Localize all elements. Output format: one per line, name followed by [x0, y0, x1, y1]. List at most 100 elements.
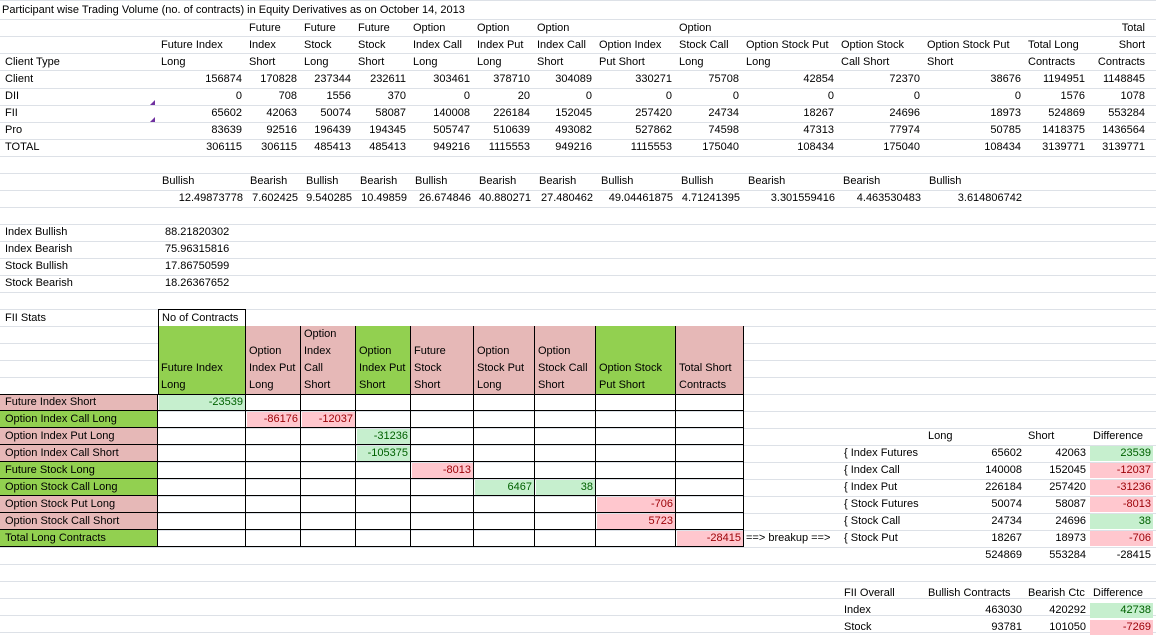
cell[interactable]: 257420 [597, 105, 674, 122]
breakup-header-long[interactable]: Long [926, 428, 986, 445]
breakup-difference[interactable]: -12037 [1090, 463, 1153, 478]
matrix-value[interactable]: -105375 [357, 446, 410, 461]
cell[interactable]: 0 [535, 88, 594, 105]
matrix-cell[interactable] [596, 462, 676, 479]
matrix-cell[interactable] [474, 513, 535, 530]
matrix-cell[interactable] [535, 496, 596, 513]
cell[interactable]: 170828 [247, 71, 299, 88]
cell[interactable]: 50785 [925, 122, 1023, 139]
matrix-cell[interactable] [411, 394, 474, 411]
cell[interactable]: 0 [744, 88, 836, 105]
cell[interactable]: 237344 [302, 71, 353, 88]
matrix-value[interactable]: 38 [536, 480, 595, 495]
cell[interactable]: 1556 [302, 88, 353, 105]
sentiment-value[interactable]: 49.04461875 [597, 190, 675, 207]
breakup-total-long[interactable]: 524869 [925, 547, 1024, 564]
header-col-9[interactable]: Option Stock Put Long [744, 37, 836, 71]
cell[interactable]: 505747 [411, 122, 472, 139]
cell[interactable]: 1115553 [475, 139, 532, 156]
row-label-client[interactable]: Client [3, 71, 153, 88]
overall-bullish[interactable]: 463030 [925, 602, 1024, 619]
matrix-cell[interactable] [535, 394, 596, 411]
header-col-13[interactable]: Total Short Contracts [1090, 20, 1147, 71]
breakup-header-short[interactable]: Short [1026, 428, 1086, 445]
fii-overall-label[interactable]: FII Overall [842, 585, 924, 602]
cell[interactable]: 1418375 [1026, 122, 1087, 139]
matrix-cell[interactable] [596, 479, 676, 496]
sentiment-value[interactable]: 40.880271 [475, 190, 533, 207]
cell[interactable]: 0 [411, 88, 472, 105]
matrix-cell[interactable] [301, 513, 356, 530]
matrix-cell[interactable] [158, 479, 246, 496]
matrix-cell[interactable] [535, 445, 596, 462]
cell[interactable]: 175040 [839, 139, 922, 156]
sentiment-value[interactable]: 27.480462 [535, 190, 595, 207]
matrix-row-header[interactable]: Total Long Contracts [3, 530, 153, 547]
breakup-short[interactable]: 152045 [1026, 462, 1088, 479]
cell[interactable]: 0 [159, 88, 244, 105]
cell[interactable]: 18267 [744, 105, 836, 122]
matrix-value[interactable]: 5723 [597, 514, 675, 529]
cell[interactable]: 306115 [247, 139, 299, 156]
cell[interactable]: 330271 [597, 71, 674, 88]
cell[interactable]: 304089 [535, 71, 594, 88]
matrix-col-header[interactable]: Option Stock Put Long [475, 343, 534, 394]
cell[interactable]: 42854 [744, 71, 836, 88]
sentiment-label[interactable]: Bullish [927, 173, 1007, 190]
breakup-short[interactable]: 42063 [1026, 445, 1088, 462]
cell[interactable]: 65602 [159, 105, 244, 122]
matrix-cell[interactable] [676, 479, 744, 496]
fii-stats-label[interactable]: FII Stats [3, 310, 48, 327]
header-col-1[interactable]: Future Index Short [247, 20, 299, 71]
breakup-row-label[interactable]: { Stock Put [842, 530, 924, 547]
matrix-col-header[interactable]: Option Stock Put Short [597, 360, 675, 394]
header-col-11[interactable]: Option Stock Put Short [925, 37, 1023, 71]
cell[interactable]: 92516 [247, 122, 299, 139]
cell[interactable]: 140008 [411, 105, 472, 122]
cell[interactable]: 72370 [839, 71, 922, 88]
matrix-cell[interactable] [246, 394, 301, 411]
matrix-col-header[interactable]: Future Stock Short [412, 343, 473, 394]
sheet-title[interactable]: Participant wise Trading Volume (no. of … [0, 2, 467, 19]
cell[interactable]: 24734 [677, 105, 741, 122]
cell[interactable]: 3139771 [1090, 139, 1147, 156]
sentiment-value[interactable]: 3.301559416 [744, 190, 837, 207]
matrix-cell[interactable] [158, 411, 246, 428]
matrix-cell[interactable] [596, 530, 676, 547]
matrix-cell[interactable] [411, 428, 474, 445]
matrix-cell[interactable] [535, 428, 596, 445]
header-col-8[interactable]: Option Stock Call Long [677, 20, 741, 71]
header-col-6[interactable]: Option Index Call Short [535, 20, 594, 71]
cell[interactable]: 196439 [302, 122, 353, 139]
header-col-12[interactable]: Total Long Contracts [1026, 37, 1087, 71]
matrix-cell[interactable] [301, 496, 356, 513]
cell[interactable]: 58087 [356, 105, 408, 122]
cell[interactable]: 708 [247, 88, 299, 105]
matrix-cell[interactable] [676, 496, 744, 513]
matrix-cell[interactable] [474, 411, 535, 428]
cell[interactable]: 156874 [159, 71, 244, 88]
row-label-fii[interactable]: FII [3, 105, 153, 122]
matrix-value[interactable]: -86176 [247, 412, 300, 427]
matrix-cell[interactable] [301, 530, 356, 547]
matrix-col-header[interactable]: Option Index Put Long [247, 343, 300, 394]
matrix-cell[interactable] [356, 411, 411, 428]
summary-label[interactable]: Index Bullish [3, 224, 153, 241]
row-label-pro[interactable]: Pro [3, 122, 153, 139]
cell[interactable]: 485413 [356, 139, 408, 156]
cell[interactable]: 18973 [925, 105, 1023, 122]
matrix-row-header[interactable]: Option Index Call Long [3, 411, 153, 428]
sentiment-label[interactable]: Bearish [841, 173, 921, 190]
matrix-value[interactable]: 6467 [475, 480, 534, 495]
matrix-cell[interactable] [676, 394, 744, 411]
breakup-long[interactable]: 226184 [925, 479, 1024, 496]
breakup-difference[interactable]: -8013 [1090, 497, 1153, 512]
matrix-row-header[interactable]: Option Index Call Short [3, 445, 153, 462]
cell[interactable]: 370 [356, 88, 408, 105]
breakup-header-difference[interactable]: Difference [1091, 428, 1153, 445]
overall-header-bearish[interactable]: Bearish Ctc [1026, 585, 1090, 602]
cell[interactable]: 24696 [839, 105, 922, 122]
cell[interactable]: 1148845 [1090, 71, 1147, 88]
row-label-total[interactable]: TOTAL [3, 139, 153, 156]
matrix-value[interactable]: -31236 [357, 429, 410, 444]
